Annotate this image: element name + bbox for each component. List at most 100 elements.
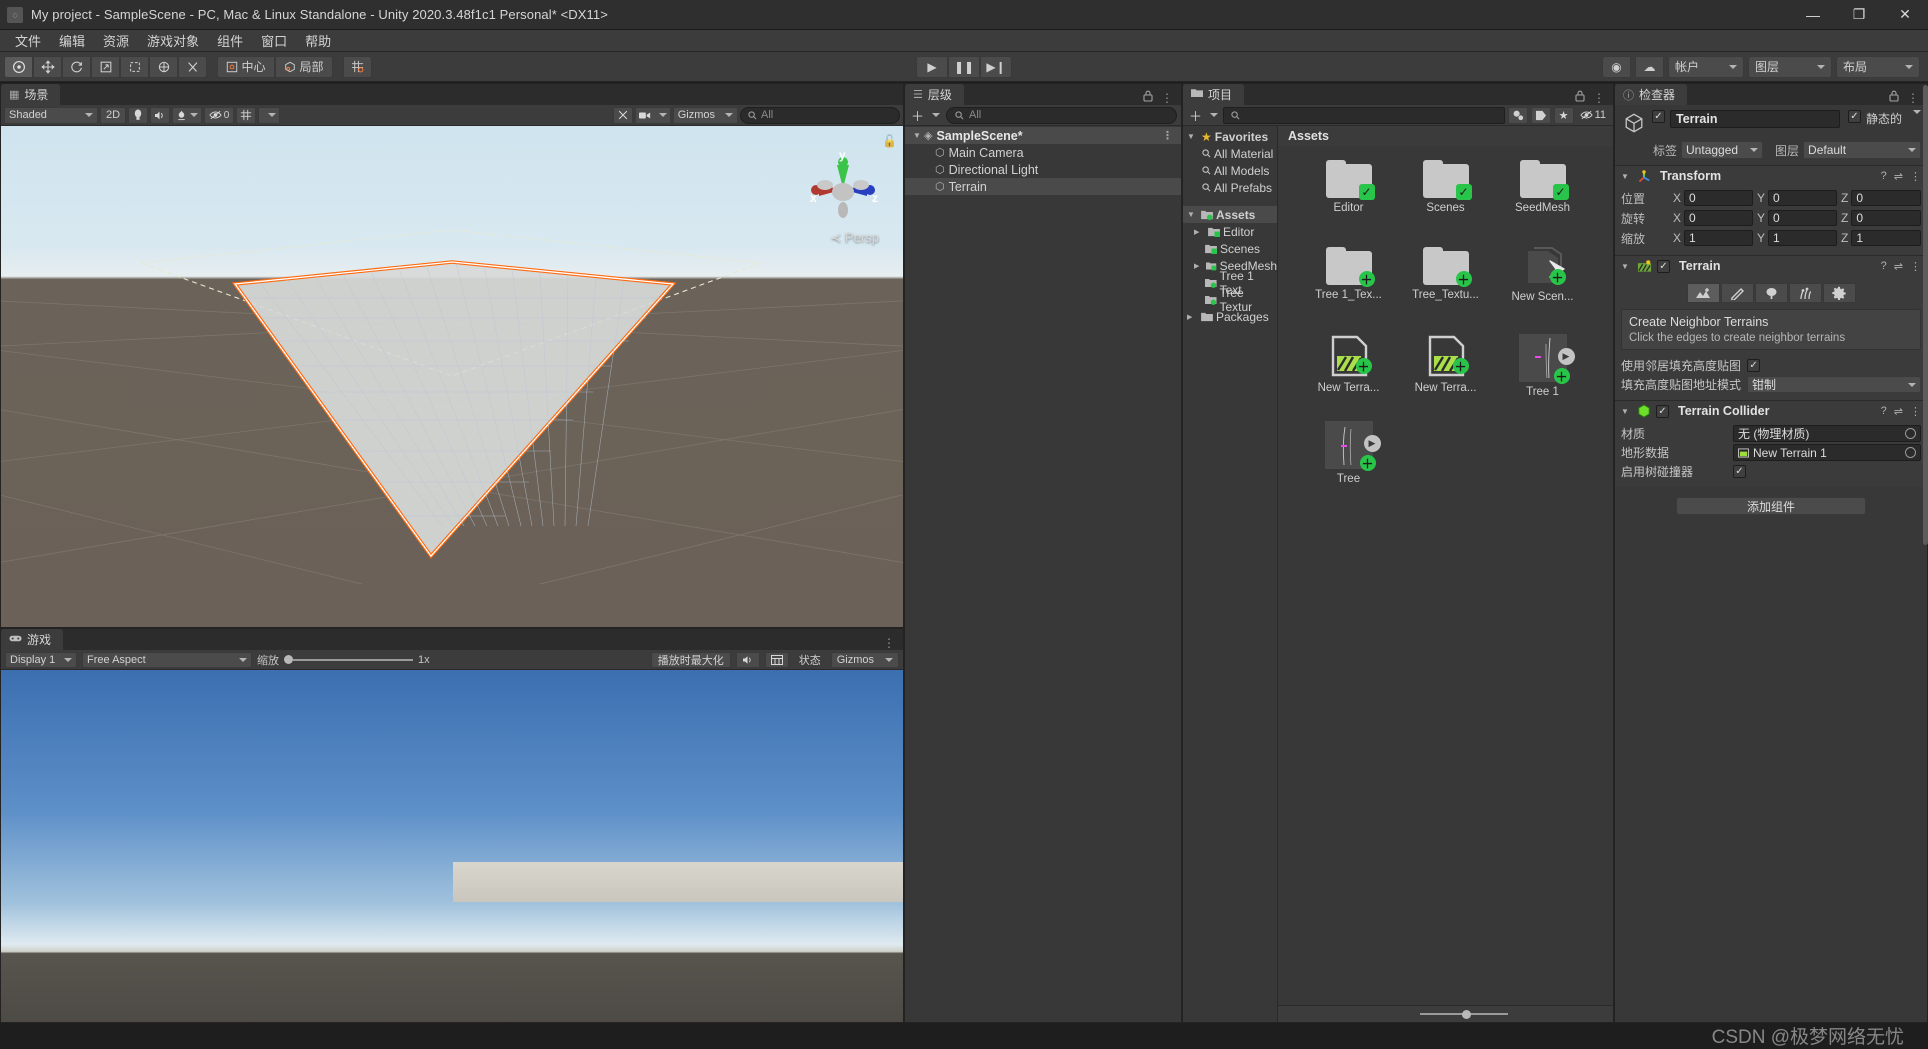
tab-hierarchy[interactable]: ☰ 层级 — [905, 84, 964, 105]
scene-lighting-toggle[interactable] — [128, 107, 148, 124]
hierarchy-lock-icon[interactable] — [1143, 90, 1153, 105]
chevron-down-icon[interactable]: ▼ — [913, 131, 924, 140]
rotation-x-input[interactable]: 0 — [1684, 210, 1753, 226]
component-menu-icon[interactable]: ⋮ — [1910, 405, 1921, 418]
add-component-button[interactable]: 添加组件 — [1676, 497, 1866, 515]
hierarchy-scene-row[interactable]: ▼ ◈ SampleScene* ⋮ — [905, 127, 1181, 144]
filter-by-label-button[interactable] — [1531, 107, 1551, 124]
chevron-down-icon[interactable]: ▼ — [1621, 407, 1632, 416]
hierarchy-menu-icon[interactable]: ⋮ — [1161, 91, 1173, 105]
chevron-down-icon[interactable] — [1913, 110, 1921, 114]
cloud-button[interactable]: ☁ — [1635, 56, 1664, 78]
chevron-down-icon[interactable]: ▼ — [1187, 132, 1198, 141]
view-orientation-gizmo[interactable]: x z y — [801, 148, 885, 232]
project-tree-all-materials[interactable]: All Material — [1183, 145, 1277, 162]
project-tree-treetextur[interactable]: Tree Textur — [1183, 291, 1277, 308]
rotation-z-input[interactable]: 0 — [1851, 210, 1921, 226]
address-mode-dropdown[interactable]: 钳制 — [1747, 376, 1921, 393]
scene-gizmo-lock-icon[interactable]: 🔓 — [882, 134, 897, 148]
scene-grid-dropdown[interactable] — [236, 107, 256, 124]
collab-button[interactable]: ◉ — [1602, 56, 1631, 78]
game-panel-menu-icon[interactable]: ⋮ — [883, 636, 895, 650]
material-object-field[interactable]: 无 (物理材质) — [1733, 425, 1921, 442]
transform-header[interactable]: ▼ Transform ? ⇌ ⋮ — [1615, 166, 1927, 186]
project-menu-icon[interactable]: ⋮ — [1593, 91, 1605, 105]
hierarchy-scene-menu-icon[interactable]: ⋮ — [1162, 129, 1173, 142]
hierarchy-add-button[interactable]: ＋ — [909, 107, 942, 124]
rect-tool-button[interactable] — [120, 56, 149, 78]
transform-tool-button[interactable] — [149, 56, 178, 78]
asset-item[interactable]: ▶ ＋ Tree — [1300, 421, 1397, 508]
account-dropdown[interactable]: 帐户 — [1668, 56, 1744, 78]
hand-tool-button[interactable] — [4, 56, 33, 78]
project-lock-icon[interactable] — [1575, 90, 1585, 105]
slider-knob[interactable] — [284, 655, 293, 664]
object-picker-icon[interactable] — [1905, 447, 1916, 458]
rotation-y-input[interactable]: 0 — [1768, 210, 1837, 226]
help-icon[interactable]: ? — [1881, 260, 1887, 273]
game-viewport[interactable] — [1, 670, 903, 1022]
menu-item-component[interactable]: 组件 — [208, 29, 252, 52]
stats-button[interactable]: 状态 — [794, 652, 826, 668]
game-scale-slider[interactable] — [284, 655, 413, 664]
asset-item[interactable]: ＋ New Terra... — [1300, 334, 1397, 421]
chevron-right-icon[interactable]: ▶ — [1187, 313, 1198, 321]
project-tree-favorites[interactable]: ▼ ★ Favorites — [1183, 128, 1277, 145]
terrain-settings-tab[interactable] — [1823, 283, 1856, 303]
asset-item[interactable]: ＋ New Scen... — [1494, 247, 1591, 334]
toggle-2d-button[interactable]: 2D — [100, 107, 126, 124]
tag-dropdown[interactable]: Untagged — [1681, 141, 1763, 159]
play-preview-icon[interactable]: ▶ — [1558, 348, 1575, 365]
scene-tools-button[interactable] — [613, 107, 633, 124]
game-gizmos-dropdown[interactable]: Gizmos — [831, 652, 899, 668]
component-menu-icon[interactable]: ⋮ — [1910, 170, 1921, 183]
component-menu-icon[interactable]: ⋮ — [1910, 260, 1921, 273]
scale-tool-button[interactable] — [91, 56, 120, 78]
layout-dropdown[interactable]: 布局 — [1836, 56, 1920, 78]
terrain-enabled-checkbox[interactable]: ✓ — [1657, 260, 1670, 273]
slider-track[interactable] — [293, 659, 413, 661]
hierarchy-item-directional-light[interactable]: ⬡ Directional Light — [905, 161, 1181, 178]
tab-inspector[interactable]: ⓘ 检查器 — [1615, 84, 1687, 105]
inspector-scrollbar[interactable] — [1923, 83, 1928, 1023]
shading-mode-dropdown[interactable]: Shaded — [4, 107, 98, 124]
gameobject-name-field[interactable]: Terrain — [1670, 110, 1840, 128]
object-picker-icon[interactable] — [1905, 428, 1916, 439]
tab-game[interactable]: 游戏 — [1, 629, 63, 650]
layer-dropdown[interactable]: Default — [1803, 141, 1921, 159]
project-tree-scenes[interactable]: Scenes — [1183, 240, 1277, 257]
position-z-input[interactable]: 0 — [1851, 190, 1921, 206]
scale-x-input[interactable]: 1 — [1684, 230, 1753, 246]
project-tree-packages[interactable]: ▶ Packages — [1183, 308, 1277, 325]
chevron-down-icon[interactable]: ▼ — [1187, 210, 1198, 219]
hierarchy-item-terrain[interactable]: ⬡ Terrain — [905, 178, 1181, 195]
help-icon[interactable]: ? — [1881, 405, 1887, 418]
fill-heightmap-checkbox[interactable]: ✓ — [1747, 359, 1760, 372]
space-mode-button[interactable]: 局部 — [275, 56, 333, 78]
project-tree-all-prefabs[interactable]: All Prefabs — [1183, 179, 1277, 196]
step-button[interactable]: ▶❙ — [980, 56, 1012, 78]
scene-fx-dropdown[interactable] — [172, 107, 202, 124]
project-search-input[interactable] — [1223, 107, 1505, 124]
project-tree-assets[interactable]: ▼ Assets — [1183, 206, 1277, 223]
gameobject-enabled-checkbox[interactable]: ✓ — [1652, 110, 1665, 123]
terrain-collider-header[interactable]: ▼ ✓ Terrain Collider ? ⇌ ⋮ — [1615, 401, 1927, 421]
chevron-right-icon[interactable]: ▶ — [1194, 228, 1205, 236]
grid-snapping-button[interactable] — [343, 56, 372, 78]
maximize-on-play-button[interactable]: 播放时最大化 — [651, 652, 731, 668]
tab-scene[interactable]: ▦ 场景 — [1, 84, 60, 105]
menu-item-file[interactable]: 文件 — [6, 29, 50, 52]
scene-search-input[interactable]: All — [740, 107, 900, 124]
tree-collider-checkbox[interactable]: ✓ — [1733, 465, 1746, 478]
chevron-down-icon[interactable]: ▼ — [1621, 262, 1632, 271]
create-neighbor-terrains-tab[interactable] — [1687, 283, 1720, 303]
stats-icon-button[interactable] — [765, 652, 789, 668]
hierarchy-search-input[interactable]: All — [946, 107, 1177, 124]
perspective-mode-label[interactable]: ≺ Persp — [831, 230, 879, 246]
position-x-input[interactable]: 0 — [1684, 190, 1753, 206]
custom-tool-button[interactable] — [178, 56, 207, 78]
slider-knob[interactable] — [1462, 1010, 1471, 1019]
scene-visibility-toggle[interactable]: 0 — [204, 107, 234, 124]
chevron-right-icon[interactable]: ▶ — [1194, 262, 1203, 270]
window-close-button[interactable]: ✕ — [1882, 0, 1928, 30]
